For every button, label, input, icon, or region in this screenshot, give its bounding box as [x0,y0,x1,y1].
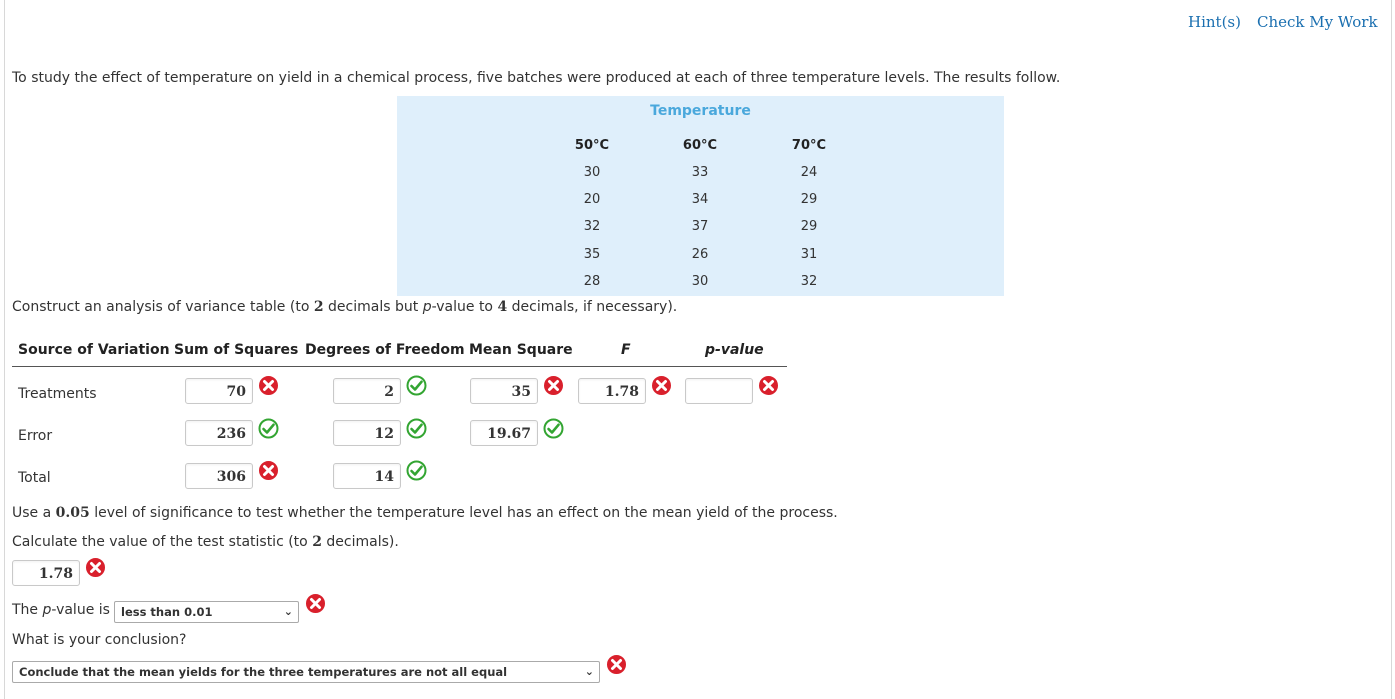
header-pvalue: p-value [705,342,764,358]
cell: 28 [583,274,601,289]
cell: 30 [691,274,709,289]
cell: 32 [800,274,818,289]
header-ms: Mean Square [469,342,573,358]
header-source: Source of Variation [18,342,170,358]
incorrect-icon [758,375,779,396]
chevron-down-icon: ⌄ [283,605,293,618]
correct-icon [406,375,427,396]
col-header-60: 60°C [682,138,718,153]
row-label-treatments: Treatments [18,386,97,402]
check-my-work-link[interactable]: Check My Work [1257,13,1378,31]
treatments-ms-input[interactable]: 35 [470,378,538,404]
incorrect-icon [543,375,564,396]
header-ss: Sum of Squares [174,342,299,358]
error-df-input[interactable]: 12 [333,420,401,446]
incorrect-icon [258,460,279,481]
cell: 34 [691,192,709,207]
header-f: F [621,342,631,358]
correct-icon [406,460,427,481]
cell: 29 [800,192,818,207]
intro-text: To study the effect of temperature on yi… [12,70,1061,86]
incorrect-icon [651,375,672,396]
error-ss-input[interactable]: 236 [185,420,253,446]
incorrect-icon [85,557,106,578]
treatments-f-input[interactable]: 1.78 [578,378,646,404]
error-ms-input[interactable]: 19.67 [470,420,538,446]
treatments-pvalue-input[interactable] [685,378,753,404]
construct-instruction: Construct an analysis of variance table … [12,299,678,315]
total-df-input[interactable]: 14 [333,463,401,489]
hints-link[interactable]: Hint(s) [1188,13,1241,31]
cell: 33 [691,165,709,180]
test-statistic-input[interactable]: 1.78 [12,560,80,586]
row-label-total: Total [18,470,51,486]
significance-text: Use a 0.05 level of significance to test… [12,505,838,521]
cell: 26 [691,247,709,262]
col-header-70: 70°C [791,138,827,153]
col-header-50: 50°C [574,138,610,153]
cell: 31 [800,247,818,262]
test-statistic-text: Calculate the value of the test statisti… [12,534,399,550]
treatments-ss-input[interactable]: 70 [185,378,253,404]
cell: 24 [800,165,818,180]
cell: 32 [583,219,601,234]
correct-icon [543,418,564,439]
conclusion-select[interactable]: Conclude that the mean yields for the th… [12,661,600,683]
cell: 29 [800,219,818,234]
cell: 35 [583,247,601,262]
header-df: Degrees of Freedom [305,342,465,358]
row-label-error: Error [18,428,53,444]
treatments-df-input[interactable]: 2 [333,378,401,404]
total-ss-input[interactable]: 306 [185,463,253,489]
cell: 37 [691,219,709,234]
correct-icon [258,418,279,439]
temperature-title: Temperature [650,103,751,119]
pvalue-label: The p-value is [12,602,110,618]
cell: 20 [583,192,601,207]
conclusion-label: What is your conclusion? [12,632,187,648]
chevron-down-icon: ⌄ [584,665,594,678]
header-rule [12,366,787,367]
pvalue-select[interactable]: less than 0.01 ⌄ [114,601,299,623]
incorrect-icon [606,654,627,675]
correct-icon [406,418,427,439]
incorrect-icon [305,593,326,614]
cell: 30 [583,165,601,180]
incorrect-icon [258,375,279,396]
